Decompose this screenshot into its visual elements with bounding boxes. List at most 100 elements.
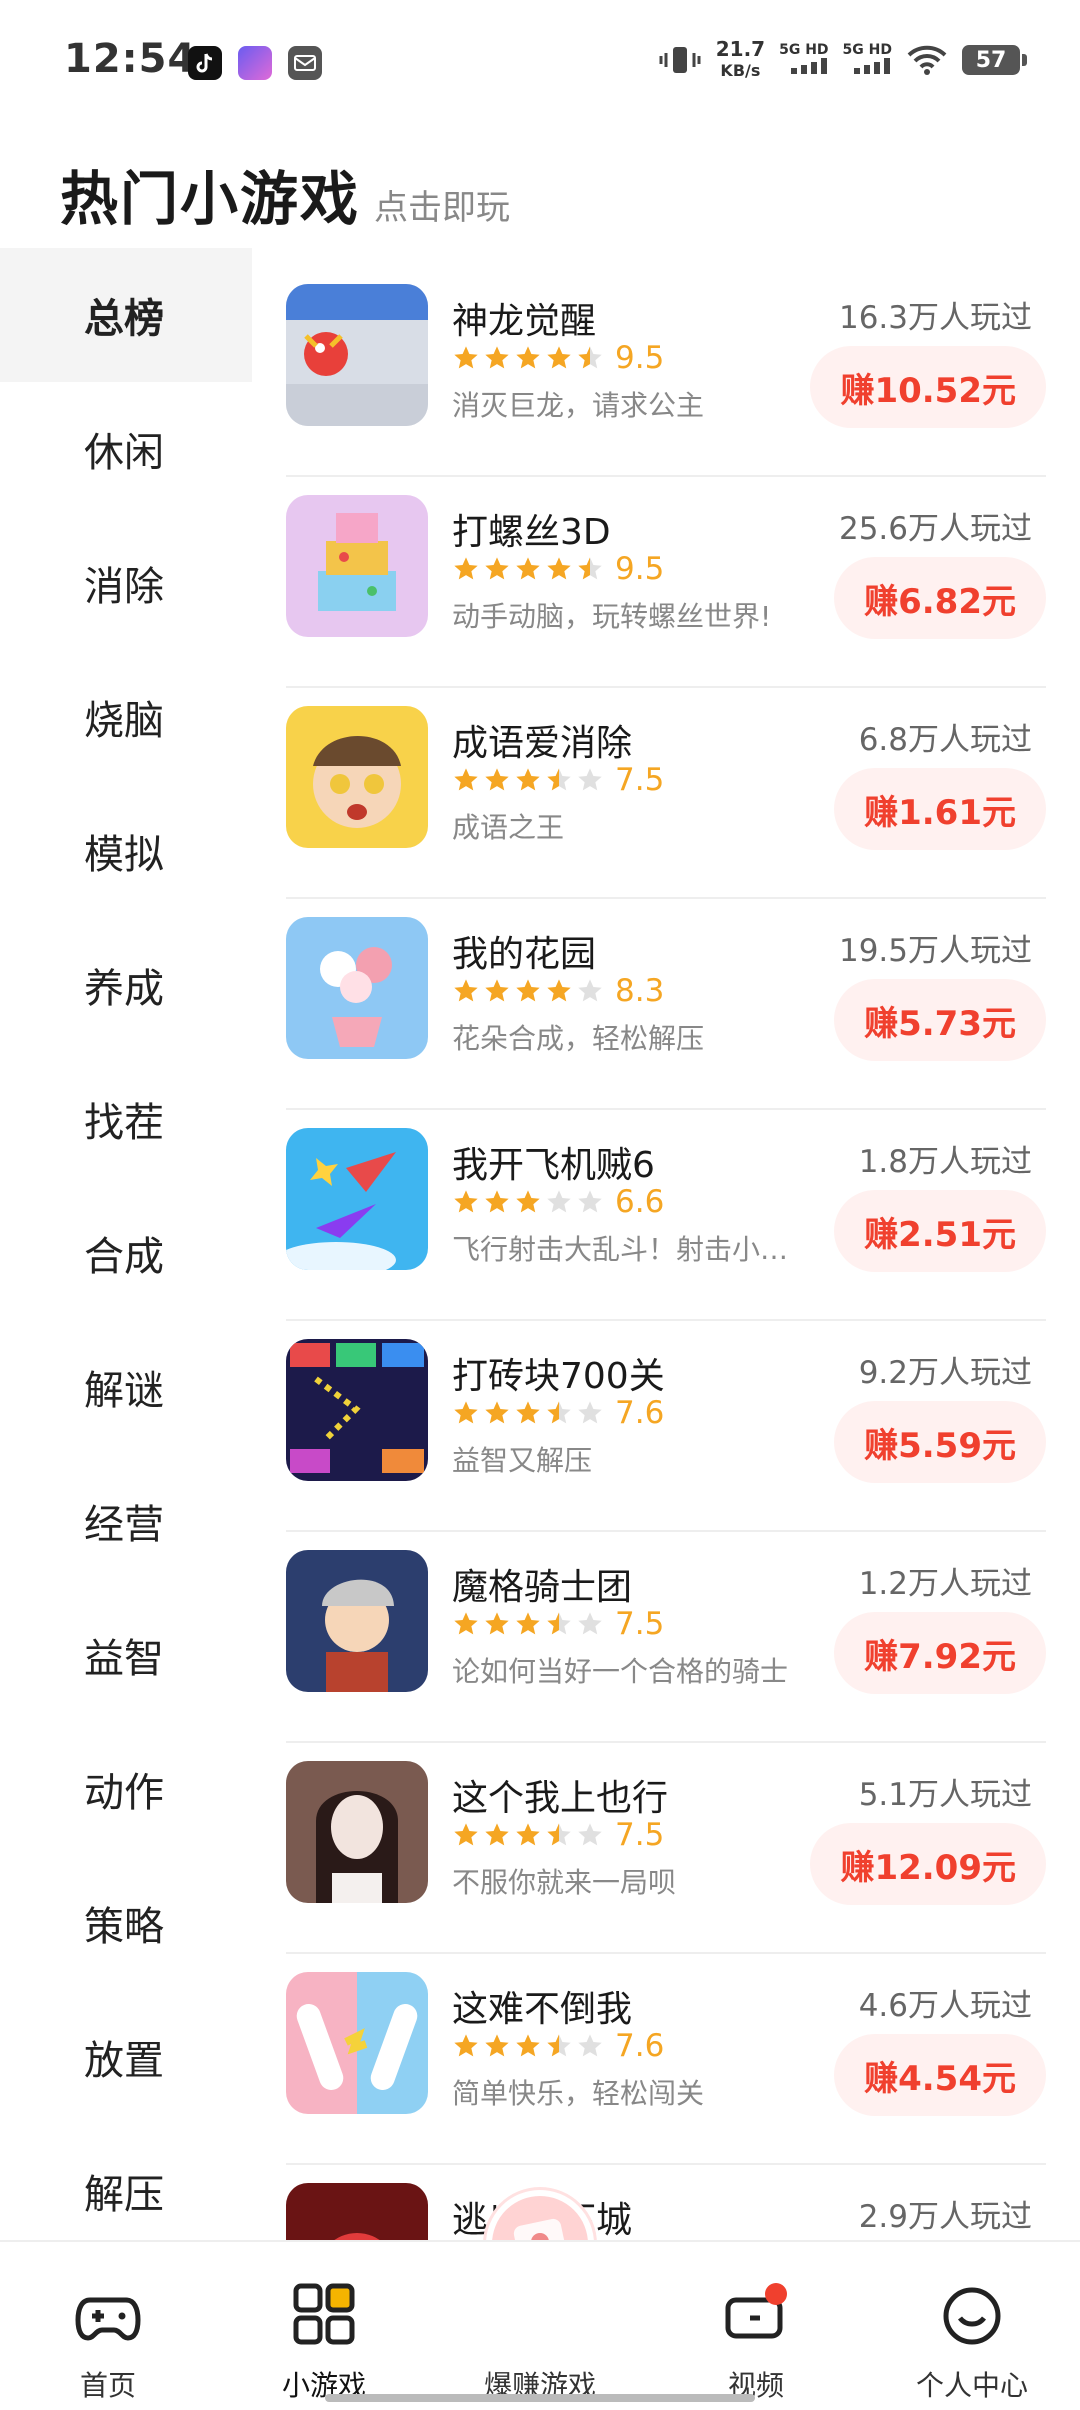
play-count: 5.1万人玩过 [858,1777,1032,1813]
game-list-item[interactable]: 魔格骑士团 7.5 论如何当好一个合格的骑士 1.2万人玩过 赚7.92元 [286,1532,1046,1743]
earn-button[interactable]: 赚6.82元 [834,557,1046,639]
category-14[interactable]: 解压 [0,2124,252,2258]
game-list-item[interactable]: 成语爱消除 7.5 成语之王 6.8万人玩过 赚1.61元 [286,688,1046,899]
category-12[interactable]: 策略 [0,1856,252,1990]
bricks-game-icon[interactable] [286,1339,428,1481]
game-list-item[interactable]: 我的花园 8.3 花朵合成，轻松解压 19.5万人玩过 赚5.73元 [286,899,1046,1110]
mail-icon [288,46,322,80]
gamepad-icon [72,2242,144,2354]
category-9[interactable]: 经营 [0,1454,252,1588]
game-name: 魔格骑士团 [452,1567,633,1608]
play-count: 25.6万人玩过 [838,511,1032,547]
game-name: 神龙觉醒 [452,301,597,342]
game-name: 我的花园 [452,934,597,975]
category-label: 消除 [84,564,164,610]
game-score: 9.5 [615,551,665,587]
category-3[interactable]: 烧脑 [0,650,252,784]
girl-game-icon[interactable] [286,1761,428,1903]
category-5[interactable]: 养成 [0,918,252,1052]
category-label: 养成 [84,966,164,1012]
game-name: 这个我上也行 [452,1778,669,1819]
garden-game-icon[interactable] [286,917,428,1059]
home-indicator[interactable] [325,2394,755,2402]
category-13[interactable]: 放置 [0,1990,252,2124]
page-header: 热门小游戏 点击即玩 [60,152,510,236]
game-list-item[interactable]: 我开飞机贼6 6.6 飞行射击大乱斗！射击小游戏 1.8万人玩过 赚2.51元 [286,1110,1046,1321]
game-list-item[interactable]: 打砖块700关 7.6 益智又解压 9.2万人玩过 赚5.59元 [286,1321,1046,1532]
game-list-item[interactable]: 打螺丝3D 9.5 动手动脑，玩转螺丝世界! 25.6万人玩过 赚6.82元 [286,477,1046,688]
star-rating-icon [452,977,607,1005]
tab-money[interactable]: 爆赚游戏 [432,2242,648,2410]
play-count: 1.8万人玩过 [858,1144,1032,1180]
status-bar: 12:54 21.7 KB/s 5G HD 5G HD 57 [0,0,1080,120]
tab-label: 个人中心 [915,2369,1028,2402]
star-rating-icon [452,555,607,583]
tiktok-icon [188,46,222,80]
play-count: 9.2万人玩过 [858,1355,1032,1391]
battery-icon: 57 [962,45,1027,75]
category-11[interactable]: 动作 [0,1722,252,1856]
knight-game-icon[interactable] [286,1550,428,1692]
earn-button[interactable]: 赚5.73元 [834,979,1046,1061]
category-label: 放置 [84,2038,164,2084]
game-description: 不服你就来一局呗 [452,1866,677,1899]
star-rating-icon [452,766,607,794]
category-label: 模拟 [84,832,164,878]
screw-game-icon[interactable] [286,495,428,637]
plane-game-icon[interactable] [286,1128,428,1270]
money-icon [504,2242,576,2354]
play-count: 1.2万人玩过 [858,1566,1032,1602]
play-count: 16.3万人玩过 [838,300,1032,336]
tab-label: 首页 [79,2369,136,2402]
category-6[interactable]: 找茬 [0,1052,252,1186]
page-title: 热门小游戏 [60,165,361,233]
category-label: 解谜 [84,1368,164,1414]
category-4[interactable]: 模拟 [0,784,252,918]
game-description: 动手动脑，玩转螺丝世界! [452,600,772,633]
tab-video[interactable]: 视频 [648,2242,864,2410]
category-2[interactable]: 消除 [0,516,252,650]
tab-grid[interactable]: 小游戏 [216,2242,432,2410]
star-rating-icon [452,1610,607,1638]
category-sidebar: 总榜休闲消除烧脑模拟养成找茬合成解谜经营益智 动作 策略放置解压 [0,248,252,2258]
game-description: 成语之王 [452,811,565,844]
category-label: 合成 [84,1234,164,1280]
star-rating-icon [452,1188,607,1216]
signal-2-icon: 5G HD [843,42,892,78]
earn-button[interactable]: 赚4.54元 [834,2034,1046,2116]
game-score: 7.5 [615,1817,665,1853]
dragon-game-icon[interactable] [286,284,428,426]
earn-button[interactable]: 赚7.92元 [834,1612,1046,1694]
idiom-game-icon[interactable] [286,706,428,848]
category-0[interactable]: 总榜 [0,248,252,382]
game-score: 7.5 [615,762,665,798]
game-description: 消灭巨龙，请求公主 [452,389,705,422]
game-list-item[interactable]: 这个我上也行 7.5 不服你就来一局呗 5.1万人玩过赚12.09元 [286,1743,1046,1954]
game-description: 花朵合成，轻松解压 [452,1022,705,1055]
bottom-tab-bar: 首页 小游戏 爆赚游戏 视频个人中心 [0,2240,1080,2408]
grid-icon [288,2242,360,2354]
earn-button[interactable]: 赚12.09元 [810,1823,1046,1905]
tab-smiley[interactable]: 个人中心 [864,2242,1080,2410]
page-subtitle: 点击即玩 [374,188,511,228]
game-rating: 9.5 [452,340,664,376]
tab-gamepad[interactable]: 首页 [0,2242,216,2410]
category-7[interactable]: 合成 [0,1186,252,1320]
category-label: 烧脑 [84,698,164,744]
earn-button[interactable]: 赚1.61元 [834,768,1046,850]
game-list-item[interactable]: 神龙觉醒 9.5 消灭巨龙，请求公主 16.3万人玩过赚10.52元 [286,266,1046,477]
category-label: 经营 [84,1502,164,1548]
tubes-game-icon[interactable] [286,1972,428,2114]
game-score: 7.6 [615,2028,665,2064]
category-10[interactable]: 益智 [0,1588,252,1722]
game-description: 论如何当好一个合格的骑士 [452,1655,789,1688]
category-1[interactable]: 休闲 [0,382,252,516]
game-name: 这难不倒我 [452,1989,633,2030]
earn-button[interactable]: 赚5.59元 [834,1401,1046,1483]
game-rating: 7.6 [452,2028,664,2064]
category-8[interactable]: 解谜 [0,1320,252,1454]
category-label: 休闲 [84,430,164,476]
earn-button[interactable]: 赚10.52元 [810,346,1046,428]
game-list-item[interactable]: 这难不倒我 7.6 简单快乐，轻松闯关 4.6万人玩过 赚4.54元 [286,1954,1046,2165]
earn-button[interactable]: 赚2.51元 [834,1190,1046,1272]
